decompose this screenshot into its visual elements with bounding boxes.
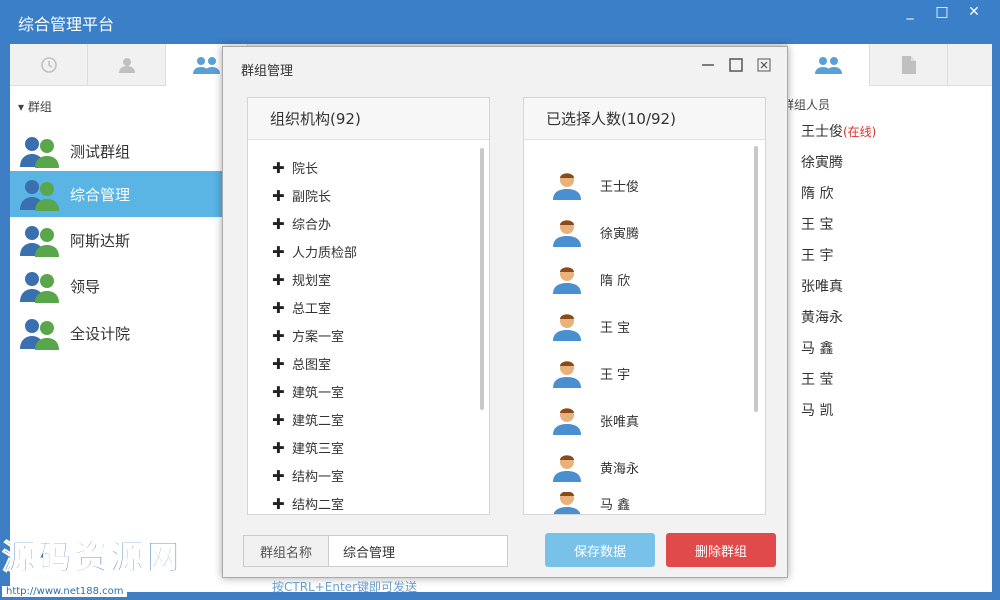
group-item-label: 领导 xyxy=(70,277,101,296)
group-list-header[interactable]: ▾ 群组 xyxy=(18,98,52,115)
group-item-leaders[interactable]: 领导 xyxy=(10,263,232,309)
expand-icon[interactable]: ✚ xyxy=(272,383,286,401)
org-tree-box: 组织机构(92) ✚ 院长 ✚ 副院长 ✚ 综合办 ✚ 人力质检部 ✚ 规划室 ✚ 总工室 … xyxy=(247,97,490,515)
org-tree-header: 组织机构(92) xyxy=(248,98,489,140)
window-controls: _ □ ✕ xyxy=(902,4,982,20)
org-tree-item[interactable]: ✚ 规划室 xyxy=(272,270,331,290)
group-avatar-icon xyxy=(20,180,59,211)
selected-members-box: 已选择人数(10/92) 王士俊 徐寅腾 隋 欣 王 宝 王 宇 张唯真 黄海永… xyxy=(523,97,766,515)
selected-member-item[interactable]: 黄海永 xyxy=(552,452,639,482)
members-header: 群组人员 xyxy=(782,98,831,112)
selected-member-item[interactable]: 王士俊 xyxy=(552,170,639,200)
selected-member-item[interactable]: 王 宝 xyxy=(552,311,630,341)
org-tree-item[interactable]: ✚ 结构一室 xyxy=(272,466,344,486)
org-tree-item[interactable]: ✚ 副院长 xyxy=(272,186,331,206)
expand-icon[interactable]: ✚ xyxy=(272,215,286,233)
group-item-general-mgmt[interactable]: 综合管理 xyxy=(10,171,232,217)
close-icon[interactable] xyxy=(755,57,773,73)
tab-recent[interactable] xyxy=(10,44,88,86)
expand-icon[interactable]: ✚ xyxy=(272,187,286,205)
online-status: (在线) xyxy=(843,124,877,139)
person-avatar-icon xyxy=(553,408,581,435)
org-tree-item[interactable]: ✚ 结构二室 xyxy=(272,494,344,514)
group-name-label: 群组名称 xyxy=(243,535,329,567)
expand-icon[interactable]: ✚ xyxy=(272,411,286,429)
group-management-dialog: 群组管理 组织机构(92) ✚ 院长 ✚ 副院长 ✚ 综合办 ✚ 人力质检部 ✚ 规划室 … xyxy=(222,46,788,578)
title-bar: 综合管理平台 _ □ ✕ xyxy=(0,0,1000,42)
org-tree-item[interactable]: ✚ 总图室 xyxy=(272,354,331,374)
org-tree-item[interactable]: ✚ 建筑一室 xyxy=(272,382,344,402)
selected-member-item[interactable]: 马 鑫 xyxy=(552,492,630,514)
selected-scrollbar[interactable] xyxy=(754,146,758,412)
group-item-label: 测试群组 xyxy=(70,142,131,161)
watermark-url: http://www.net188.com xyxy=(2,586,128,597)
selected-member-item[interactable]: 张唯真 xyxy=(552,405,639,435)
org-tree-item[interactable]: ✚ 人力质检部 xyxy=(272,242,357,262)
watermark-text: 源码资源网 xyxy=(2,538,182,579)
expand-icon[interactable]: ✚ xyxy=(272,243,286,261)
selected-member-item[interactable]: 王 宇 xyxy=(552,358,630,388)
selected-members-header: 已选择人数(10/92) xyxy=(524,98,765,140)
group-avatar-icon xyxy=(20,137,59,168)
maximize-icon[interactable]: □ xyxy=(934,4,950,20)
maximize-icon[interactable] xyxy=(727,57,745,73)
group-avatar-icon xyxy=(20,226,59,257)
expand-icon[interactable]: ✚ xyxy=(272,355,286,373)
dialog-controls xyxy=(699,57,773,73)
group-item-label: 阿斯达斯 xyxy=(70,231,131,250)
org-scrollbar[interactable] xyxy=(480,148,484,410)
org-tree-item[interactable]: ✚ 总工室 xyxy=(272,298,331,318)
expand-icon[interactable]: ✚ xyxy=(272,159,286,177)
group-item-institute[interactable]: 全设计院 xyxy=(10,310,232,356)
minimize-icon[interactable]: _ xyxy=(902,4,918,20)
expand-icon[interactable]: ✚ xyxy=(272,467,286,485)
group-item-test[interactable]: 测试群组 xyxy=(10,128,232,174)
expand-icon[interactable]: ✚ xyxy=(272,439,286,457)
person-avatar-icon xyxy=(553,361,581,388)
org-tree-item[interactable]: ✚ 院长 xyxy=(272,158,318,178)
selected-member-item[interactable]: 隋 欣 xyxy=(552,264,630,294)
group-name-input[interactable] xyxy=(328,535,508,567)
selected-member-item[interactable]: 徐寅腾 xyxy=(552,217,639,247)
org-tree-item[interactable]: ✚ 建筑三室 xyxy=(272,438,344,458)
expand-icon[interactable]: ✚ xyxy=(272,327,286,345)
org-tree-item[interactable]: ✚ 方案一室 xyxy=(272,326,344,346)
expand-icon[interactable]: ✚ xyxy=(272,271,286,289)
person-avatar-icon xyxy=(553,220,581,247)
org-tree-item[interactable]: ✚ 建筑二室 xyxy=(272,410,344,430)
person-avatar-icon xyxy=(553,314,581,341)
delete-group-button[interactable]: 删除群组 xyxy=(666,533,776,567)
group-icon xyxy=(192,57,220,74)
org-tree-item[interactable]: ✚ 综合办 xyxy=(272,214,331,234)
member-item[interactable]: 王士俊 (在线) xyxy=(778,120,876,142)
tab-documents[interactable] xyxy=(870,44,948,86)
close-icon[interactable]: ✕ xyxy=(966,4,982,20)
group-members-panel: 群组人员 王士俊 (在线) 徐寅腾 隋 欣 王 宝 王 宇 张唯真 黄海永 马 鑫… xyxy=(778,86,992,592)
person-avatar-icon xyxy=(553,455,581,482)
send-hint: 按CTRL+Enter键即可发送 xyxy=(272,580,417,594)
app-title: 综合管理平台 xyxy=(18,15,115,34)
expand-icon[interactable]: ✚ xyxy=(272,495,286,513)
clock-icon xyxy=(40,57,57,73)
group-item-asidasi[interactable]: 阿斯达斯 xyxy=(10,217,232,263)
person-avatar-icon xyxy=(553,267,581,294)
expand-icon[interactable]: ✚ xyxy=(272,299,286,317)
document-icon xyxy=(901,56,916,74)
group-avatar-icon xyxy=(20,319,59,350)
tab-contacts[interactable] xyxy=(88,44,166,86)
group-list-panel: ▾ 群组 测试群组 综合管理 阿斯达斯 领导 全设计院 xyxy=(10,86,232,592)
group-item-label: 全设计院 xyxy=(70,324,131,343)
group-icon xyxy=(814,57,842,74)
dialog-footer: 群组名称 保存数据 删除群组 xyxy=(223,521,789,579)
watermark: 源码资源网 http://www.net188.com xyxy=(2,530,182,598)
user-icon xyxy=(118,58,135,73)
minimize-icon[interactable] xyxy=(699,57,717,73)
group-avatar-icon xyxy=(20,272,59,303)
tab-groups-right[interactable] xyxy=(788,44,870,86)
dialog-title: 群组管理 xyxy=(241,64,294,79)
save-button[interactable]: 保存数据 xyxy=(545,533,655,567)
person-avatar-icon xyxy=(553,492,581,514)
group-item-label: 综合管理 xyxy=(70,185,131,204)
person-avatar-icon xyxy=(553,173,581,200)
